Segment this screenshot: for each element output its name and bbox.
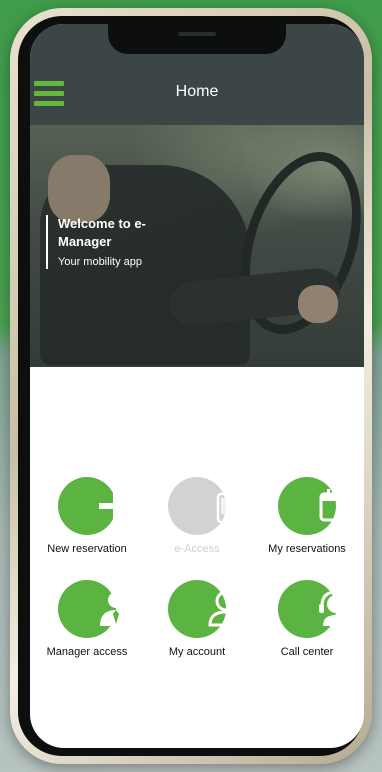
e-access-label: e-Access (174, 543, 220, 555)
e-access-button[interactable]: e-Access (142, 477, 252, 555)
phone-notch (108, 24, 286, 54)
user-icon (168, 580, 244, 638)
my-reservations-label: My reservations (268, 543, 346, 555)
menu-grid: New reservation e-Access My reservations… (30, 367, 364, 748)
hero-banner: Welcome to e-Manager Your mobility app (30, 125, 364, 367)
my-account-label: My account (168, 646, 226, 658)
page-title: Home (175, 83, 219, 100)
new-reservation-button[interactable]: New reservation (32, 477, 142, 555)
call-center-button[interactable]: Call center (252, 580, 362, 658)
headset-icon (278, 580, 353, 638)
my-account-button[interactable]: My account (142, 580, 252, 658)
welcome-subtitle: Your mobility app (58, 256, 142, 268)
welcome-block: Welcome to e-Manager Your mobility app (46, 215, 158, 269)
my-reservations-button[interactable]: My reservations (252, 477, 362, 555)
manager-access-label: Manager access (46, 646, 128, 658)
speaker-grille (178, 32, 216, 36)
new-reservation-label: New reservation (47, 543, 127, 555)
phone-access-icon (168, 477, 237, 535)
call-center-label: Call center (280, 646, 334, 658)
calendar-icon (278, 477, 353, 535)
manager-icon (58, 580, 132, 638)
plus-icon (58, 477, 133, 535)
welcome-title: Welcome to e-Manager (58, 216, 146, 249)
manager-access-button[interactable]: Manager access (32, 580, 142, 658)
app-screen: Home Welcome to e-Manager Your mobility … (30, 24, 364, 748)
